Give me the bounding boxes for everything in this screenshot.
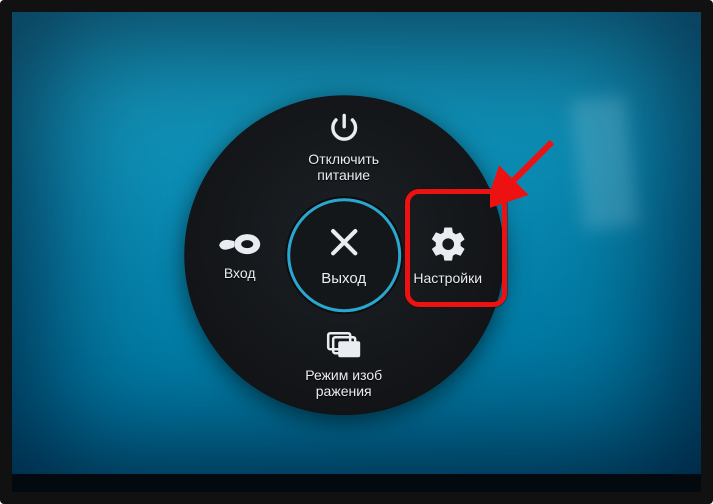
settings-label: Настройки — [398, 270, 498, 286]
picture-mode-label: Режим изоб ражения — [294, 367, 394, 399]
picture-mode-icon — [294, 329, 394, 361]
picture-mode-option[interactable]: Режим изоб ражения — [294, 329, 394, 399]
exit-option[interactable]: Выход — [287, 198, 401, 312]
power-icon — [294, 111, 394, 145]
close-icon — [325, 223, 363, 266]
monitor-screen: Отключить питание Настройки Режим изоб р… — [0, 0, 713, 504]
monitor-jog-menu: Отключить питание Настройки Режим изоб р… — [184, 95, 504, 415]
input-label: Вход — [190, 265, 290, 281]
annotation-arrow — [490, 130, 570, 210]
settings-option[interactable]: Настройки — [398, 224, 498, 286]
desktop-taskbar — [12, 474, 701, 492]
input-source-option[interactable]: Вход — [190, 229, 290, 281]
exit-label: Выход — [321, 270, 366, 287]
gear-icon — [398, 224, 498, 264]
power-off-label: Отключить питание — [294, 151, 394, 183]
input-plug-icon — [190, 229, 290, 259]
power-off-option[interactable]: Отключить питание — [294, 111, 394, 183]
